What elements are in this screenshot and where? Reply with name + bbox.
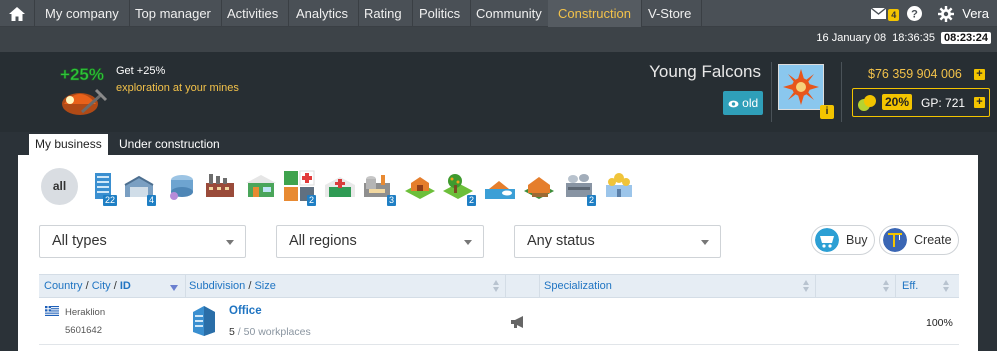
home-icon	[9, 6, 25, 21]
fishery-category-icon[interactable]	[483, 169, 517, 203]
sawmill-category-icon[interactable]	[522, 169, 556, 203]
nav-my-company[interactable]: My company	[35, 0, 130, 27]
add-gp-button[interactable]: +	[974, 97, 985, 108]
row-size: 5 / 50 workplaces	[229, 326, 311, 338]
nav-rating[interactable]: Rating	[354, 0, 413, 27]
column-header-specialization[interactable]: Specialization	[544, 280, 612, 292]
company-name[interactable]: Young Falcons	[649, 62, 761, 82]
help-button[interactable]: ?	[907, 6, 923, 21]
service-category-count: 2	[307, 195, 317, 206]
header-divider	[771, 62, 772, 122]
mining-helmet-icon[interactable]: +25%	[56, 64, 108, 120]
table-row[interactable]: Heraklion 5601642 Office 5 / 50 workplac…	[39, 298, 959, 345]
user-name[interactable]: Vera	[962, 6, 989, 21]
column-header-location[interactable]: Country / City / ID	[44, 280, 131, 292]
money-balance: $76 359 904 006	[868, 67, 962, 81]
nav-v-store[interactable]: V-Store	[638, 0, 703, 27]
company-header: +25% Get +25% exploration at your mines …	[0, 52, 997, 132]
region-filter-select[interactable]: All regions	[276, 225, 484, 258]
mail-icon	[871, 8, 887, 19]
nav-user-area: 4 ? Vera	[871, 0, 989, 27]
orchard-category-count: 2	[467, 195, 477, 206]
nav-activities[interactable]: Activities	[217, 0, 290, 27]
nav-politics[interactable]: Politics	[409, 0, 472, 27]
date-bar: 16 January 08 18:36:35 08:23:24	[0, 27, 997, 52]
mail-count-badge: 4	[888, 8, 900, 21]
row-subdivision-name[interactable]: Office	[229, 305, 262, 317]
help-icon: ?	[907, 6, 923, 21]
column-header-efficiency[interactable]: Eff.	[902, 280, 918, 292]
eye-icon	[728, 100, 739, 108]
sort-icon[interactable]	[803, 280, 809, 292]
palace-category-icon[interactable]	[602, 169, 636, 203]
status-filter-select[interactable]: Any status	[514, 225, 721, 258]
row-id: 5601642	[65, 325, 102, 336]
gp-panel[interactable]: 20% GP: 721 +	[852, 88, 990, 117]
create-button[interactable]: Create	[879, 225, 959, 255]
promo-title: Get +25%	[116, 65, 166, 77]
settings-button[interactable]	[938, 5, 955, 22]
cart-icon	[815, 228, 839, 252]
sort-desc-icon[interactable]	[170, 285, 178, 291]
game-date: 16 January 08	[816, 32, 887, 44]
type-filter-select[interactable]: All types	[39, 225, 246, 258]
sort-icon[interactable]	[883, 280, 889, 292]
header-divider	[841, 62, 842, 122]
add-money-button[interactable]: +	[974, 69, 985, 80]
lab-category-icon[interactable]	[165, 169, 199, 203]
buy-button[interactable]: Buy	[811, 225, 875, 255]
office-building-icon	[193, 306, 215, 336]
table-header: Country / City / ID Subdivision / Size S…	[39, 274, 959, 298]
column-header-subdivision[interactable]: Subdivision / Size	[189, 280, 276, 292]
office-category-count: 22	[103, 195, 118, 206]
tab-under-construction[interactable]: Under construction	[113, 134, 226, 155]
gp-bonus-percent: 20%	[882, 94, 913, 110]
company-logo[interactable]	[778, 64, 824, 110]
mail-button[interactable]: 4	[871, 8, 900, 21]
warehouse-category-count: 4	[147, 195, 157, 206]
game-datetime: 16 January 08 18:36:35 08:23:24	[816, 32, 991, 44]
greece-flag-icon	[45, 306, 59, 316]
column-separator	[185, 275, 186, 297]
sun-eagle-logo-icon	[783, 69, 819, 105]
medicine-category-icon[interactable]	[323, 169, 357, 203]
farm-category-icon[interactable]	[403, 169, 437, 203]
megaphone-icon[interactable]	[510, 315, 527, 329]
gp-value: GP: 721	[921, 96, 966, 110]
top-navigation: My company Top manager Activities Analyt…	[0, 0, 997, 27]
chevron-down-icon	[226, 240, 234, 245]
row-efficiency: 100%	[926, 317, 953, 329]
shop-category-icon[interactable]	[244, 169, 278, 203]
game-time: 18:36:35	[892, 32, 935, 44]
gear-icon	[938, 5, 955, 22]
sort-icon[interactable]	[943, 280, 949, 292]
column-separator	[895, 275, 896, 297]
factory-category-icon[interactable]	[203, 169, 237, 203]
tab-my-business[interactable]: My business	[29, 134, 108, 155]
company-age-badge: old	[723, 91, 763, 115]
svg-text:?: ?	[911, 9, 918, 21]
row-city[interactable]: Heraklion	[65, 307, 105, 318]
sort-icon[interactable]	[493, 280, 499, 292]
mine-category-count: 2	[587, 195, 597, 206]
nav-community[interactable]: Community	[466, 0, 553, 27]
power-plant-category-count: 3	[387, 195, 397, 206]
column-separator	[505, 275, 506, 297]
promo-percent: +25%	[60, 65, 104, 84]
chevron-down-icon	[701, 240, 709, 245]
info-badge[interactable]: i	[820, 105, 834, 119]
promo-subtitle[interactable]: exploration at your mines	[116, 82, 239, 94]
column-separator	[815, 275, 816, 297]
nav-analytics[interactable]: Analytics	[286, 0, 360, 27]
chevron-down-icon	[464, 240, 472, 245]
nav-top-manager[interactable]: Top manager	[125, 0, 222, 27]
column-separator	[539, 275, 540, 297]
home-button[interactable]	[0, 0, 35, 27]
crane-icon	[883, 228, 907, 252]
real-clock: 08:23:24	[940, 32, 991, 44]
category-all-button[interactable]: all	[41, 168, 78, 205]
nav-construction[interactable]: Construction	[548, 0, 642, 27]
gp-coins-icon	[858, 95, 876, 111]
